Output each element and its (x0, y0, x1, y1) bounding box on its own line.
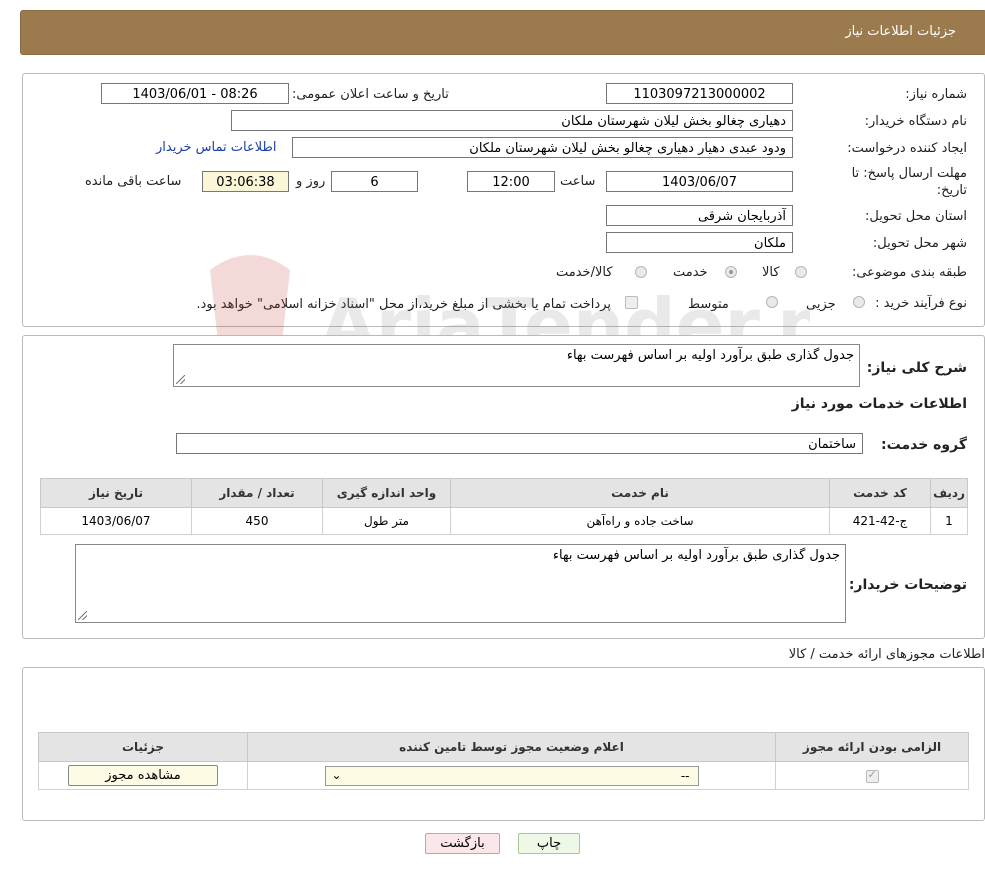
announce-datetime-field: 1403/06/01 - 08:26 (101, 83, 289, 104)
cell-permit-details: مشاهده مجوز (38, 761, 248, 790)
cell-unit: متر طول (322, 507, 451, 535)
chevron-down-icon: ⌄ (331, 767, 342, 782)
buyer-notes-textarea[interactable]: جدول گذاری طبق برآورد اولیه بر اساس فهرس… (75, 544, 846, 623)
col-permit-required: الزامی بودن ارائه مجوز (775, 732, 969, 762)
cell-row-number: 1 (930, 507, 968, 535)
treasury-checkbox[interactable] (625, 296, 638, 309)
cell-permit-status: ⌄ -- (247, 761, 776, 790)
need-number-field: 1103097213000002 (606, 83, 793, 104)
province-field: آذربایجان شرقی (606, 205, 793, 226)
permit-status-value: -- (680, 768, 690, 783)
col-permit-details: جزئیات (38, 732, 248, 762)
deadline-time-field: 12:00 (467, 171, 555, 192)
category-option-service: خدمت (673, 265, 708, 280)
time-label: ساعت (560, 174, 596, 189)
permits-table: الزامی بودن ارائه مجوز اعلام وضعیت مجوز … (38, 732, 969, 790)
category-radio-goods-service[interactable] (635, 266, 647, 278)
view-permit-button[interactable]: مشاهده مجوز (68, 765, 218, 786)
process-label: نوع فرآیند خرید : (875, 296, 967, 311)
buyer-notes-text: جدول گذاری طبق برآورد اولیه بر اساس فهرس… (552, 548, 840, 563)
permit-status-select[interactable]: ⌄ -- (324, 765, 699, 786)
need-number-label: شماره نیاز: (905, 87, 967, 102)
category-label: طبقه بندی موضوعی: (851, 265, 967, 280)
buyer-notes-label: توضیحات خریدار: (848, 577, 967, 593)
deadline-label: مهلت ارسال پاسخ: تا (851, 166, 967, 181)
table-row: ✓ ⌄ -- مشاهده مجوز (38, 761, 969, 790)
cell-quantity: 450 (191, 507, 323, 535)
cell-service-name: ساخت جاده و راه‌آهن (450, 507, 830, 535)
cell-permit-required: ✓ (775, 761, 969, 790)
summary-text: جدول گذاری طبق برآورد اولیه بر اساس فهرس… (566, 348, 854, 363)
creator-field: ودود عبدی دهیار دهیاری چغالو بخش لیلان ش… (292, 137, 793, 158)
category-option-goods: کالا (762, 265, 780, 280)
cell-need-date: 1403/06/07 (40, 507, 192, 535)
col-service-code: کد خدمت (829, 478, 931, 508)
col-service-name: نام خدمت (450, 478, 830, 508)
back-button[interactable]: بازگشت (425, 833, 500, 854)
summary-textarea[interactable]: جدول گذاری طبق برآورد اولیه بر اساس فهرس… (173, 344, 860, 387)
resize-grip-icon[interactable] (176, 375, 185, 384)
col-quantity: تعداد / مقدار (191, 478, 323, 508)
table-row: 1 ج-42-421 ساخت جاده و راه‌آهن متر طول 4… (40, 507, 968, 535)
buyer-org-label: نام دستگاه خریدار: (864, 114, 967, 129)
permit-required-checkbox[interactable]: ✓ (865, 767, 879, 783)
resize-grip-icon[interactable] (78, 611, 87, 620)
buyer-org-field: دهیاری چغالو بخش لیلان شهرستان ملکان (231, 110, 793, 131)
services-section-title: اطلاعات خدمات مورد نیاز (791, 396, 967, 412)
process-option-medium: متوسط (688, 297, 729, 312)
services-table: ردیف کد خدمت نام خدمت واحد اندازه گیری ت… (40, 478, 968, 535)
col-need-date: تاریخ نیاز (40, 478, 192, 508)
check-icon: ✓ (867, 767, 877, 781)
process-option-minor: جزیی (806, 297, 836, 312)
buyer-contact-link[interactable]: اطلاعات تماس خریدار (156, 140, 276, 155)
page-header: جزئیات اطلاعات نیاز (20, 10, 985, 55)
remaining-label: ساعت باقی مانده (85, 174, 182, 189)
deadline-date-field: 1403/06/07 (606, 171, 793, 192)
permits-section-title: اطلاعات مجوزهای ارائه خدمت / کالا (788, 647, 985, 662)
service-group-label: گروه خدمت: (881, 437, 967, 453)
creator-label: ایجاد کننده درخواست: (847, 141, 967, 156)
deadline-label-date: تاریخ: (936, 183, 967, 198)
category-radio-goods[interactable] (795, 266, 807, 278)
summary-label: شرح کلی نیاز: (866, 360, 967, 376)
payment-note: پرداخت تمام یا بخشی از مبلغ خرید،از محل … (196, 297, 611, 312)
city-field: ملکان (606, 232, 793, 253)
process-radio-minor[interactable] (853, 296, 865, 308)
col-unit: واحد اندازه گیری (322, 478, 451, 508)
col-permit-status: اعلام وضعیت مجوز توسط تامین کننده (247, 732, 776, 762)
category-option-goods-service: کالا/خدمت (556, 265, 613, 280)
category-radio-service[interactable] (725, 266, 737, 278)
remaining-time-field: 03:06:38 (202, 171, 289, 192)
province-label: استان محل تحویل: (865, 209, 967, 224)
city-label: شهر محل تحویل: (872, 236, 967, 251)
print-button[interactable]: چاپ (518, 833, 580, 854)
remaining-days-field: 6 (331, 171, 418, 192)
service-group-field: ساختمان (176, 433, 863, 454)
services-table-header: ردیف کد خدمت نام خدمت واحد اندازه گیری ت… (40, 478, 968, 508)
process-radio-medium[interactable] (766, 296, 778, 308)
announce-label: تاریخ و ساعت اعلان عمومی: (292, 87, 449, 102)
page-title: جزئیات اطلاعات نیاز (845, 24, 956, 39)
days-label: روز و (296, 174, 326, 189)
cell-service-code: ج-42-421 (829, 507, 931, 535)
permits-table-header: الزامی بودن ارائه مجوز اعلام وضعیت مجوز … (38, 732, 969, 762)
col-row-number: ردیف (930, 478, 968, 508)
